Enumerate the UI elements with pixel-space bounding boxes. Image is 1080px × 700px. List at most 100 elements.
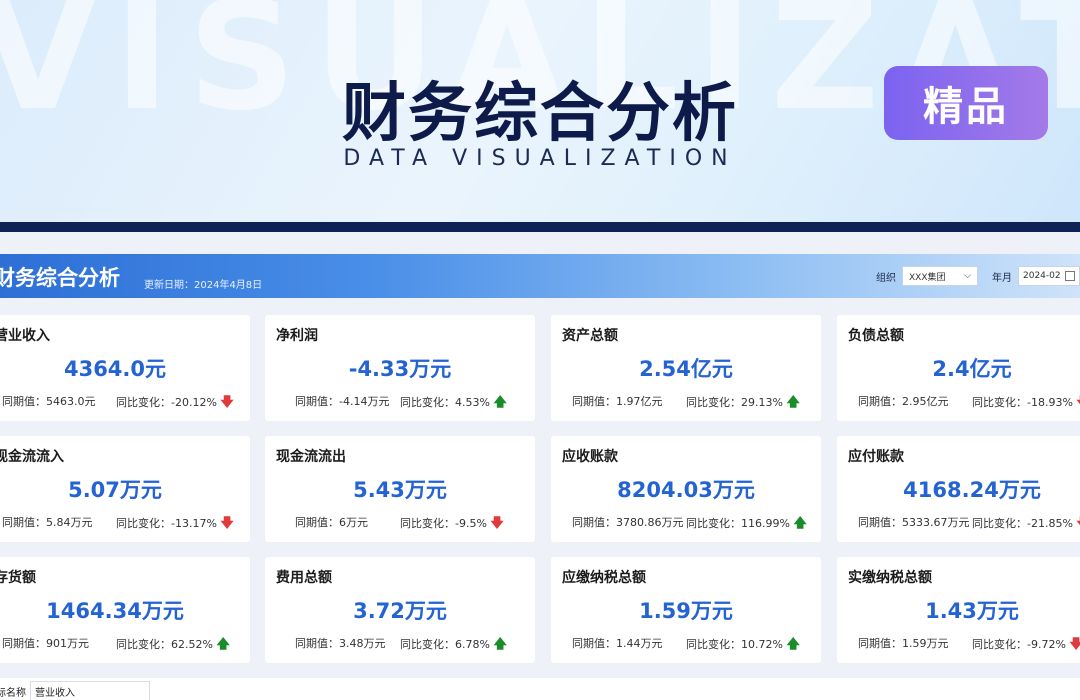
- kpi-change-text: 同比变化：-9.72%: [972, 638, 1066, 651]
- kpi-change: 同比变化：6.78% 🡅: [400, 635, 507, 657]
- kpi-change: 同比变化：-21.85% 🡇: [972, 514, 1080, 536]
- kpi-value: 5.07万元: [68, 478, 162, 502]
- arrow-down-icon: 🡇: [490, 516, 504, 531]
- org-label: 组织: [876, 272, 896, 284]
- kpi-value: 8204.03万元: [617, 478, 755, 502]
- arrow-down-icon: 🡇: [1069, 637, 1080, 652]
- kpi-label: 净利润: [276, 328, 318, 344]
- kpi-prev-value: 同期值：5463.0元: [2, 395, 96, 408]
- arrow-up-icon: 🡅: [786, 637, 800, 652]
- dashboard-title: 财务综合分析: [0, 266, 120, 290]
- hero-divider: [0, 222, 1080, 232]
- kpi-change: 同比变化：62.52% 🡅: [116, 635, 230, 657]
- kpi-value: 2.4亿元: [932, 357, 1012, 381]
- kpi-prev-value: 同期值：2.95亿元: [858, 395, 949, 408]
- update-date: 更新日期：2024年4月8日: [144, 280, 263, 291]
- arrow-up-icon: 🡅: [493, 395, 507, 410]
- kpi-label: 费用总额: [276, 570, 332, 586]
- filter-bar: 组织 XXX集团 ⌵ 年月 2024-02: [876, 266, 1080, 286]
- kpi-change: 同比变化：-9.72% 🡇: [972, 635, 1080, 657]
- chevron-down-icon: ⌵: [964, 271, 971, 281]
- month-label: 年月: [992, 272, 1012, 284]
- dashboard-header: 财务综合分析 更新日期：2024年4月8日 组织 XXX集团 ⌵ 年月 2024…: [0, 254, 1080, 298]
- arrow-up-icon: 🡅: [786, 395, 800, 410]
- kpi-label: 现金流流入: [0, 449, 64, 465]
- kpi-label: 负债总额: [848, 328, 904, 344]
- indicator-select[interactable]: 营业收入: [30, 681, 150, 700]
- kpi-change-text: 同比变化：-13.17%: [116, 517, 217, 530]
- arrow-up-icon: 🡅: [493, 637, 507, 652]
- kpi-prev-value: 同期值：3780.86万元: [572, 516, 684, 529]
- kpi-change: 同比变化：116.99% 🡅: [686, 514, 807, 536]
- hero-subtitle: DATA VISUALIZATION: [343, 146, 737, 171]
- kpi-card: 资产总额 2.54亿元同期值：1.97亿元 同比变化：29.13% 🡅: [551, 315, 821, 421]
- kpi-change: 同比变化：-9.5% 🡇: [400, 514, 504, 536]
- arrow-up-icon: 🡅: [793, 516, 807, 531]
- kpi-change: 同比变化：4.53% 🡅: [400, 393, 507, 415]
- kpi-change: 同比变化：-20.12% 🡇: [116, 393, 234, 415]
- kpi-label: 营业收入: [0, 328, 50, 344]
- kpi-value: 1.43万元: [925, 599, 1019, 623]
- kpi-change: 同比变化：29.13% 🡅: [686, 393, 800, 415]
- kpi-change-text: 同比变化：6.78%: [400, 638, 490, 651]
- indicator-row: 标名称 营业收入: [0, 678, 1080, 700]
- kpi-prev-value: 同期值：5333.67万元: [858, 516, 970, 529]
- arrow-down-icon: 🡇: [1076, 395, 1080, 410]
- kpi-value: 5.43万元: [353, 478, 447, 502]
- indicator-label: 标名称: [0, 688, 26, 699]
- kpi-prev-value: 同期值：5.84万元: [2, 516, 93, 529]
- kpi-change-text: 同比变化：-9.5%: [400, 517, 487, 530]
- kpi-card: 现金流流出 5.43万元同期值：6万元 同比变化：-9.5% 🡇: [265, 436, 535, 542]
- kpi-card: 现金流流入 5.07万元同期值：5.84万元 同比变化：-13.17% 🡇: [0, 436, 250, 542]
- kpi-prev-value: 同期值：1.59万元: [858, 637, 949, 650]
- org-select[interactable]: XXX集团 ⌵: [902, 266, 978, 286]
- kpi-label: 应收账款: [562, 449, 618, 465]
- calendar-icon: [1065, 271, 1075, 281]
- month-picker-value: 2024-02: [1023, 271, 1061, 281]
- kpi-value: 1464.34万元: [46, 599, 184, 623]
- premium-badge: 精品: [884, 66, 1048, 140]
- org-select-value: XXX集团: [909, 272, 946, 283]
- kpi-change-text: 同比变化：4.53%: [400, 396, 490, 409]
- kpi-value: 1.59万元: [639, 599, 733, 623]
- kpi-label: 应付账款: [848, 449, 904, 465]
- kpi-card: 应收账款 8204.03万元同期值：3780.86万元 同比变化：116.99% 🡅: [551, 436, 821, 542]
- kpi-prev-value: 同期值：901万元: [2, 637, 89, 650]
- arrow-down-icon: 🡇: [1076, 516, 1080, 531]
- kpi-card: 应付账款 4168.24万元同期值：5333.67万元同比变化：-21.85% 🡇: [837, 436, 1080, 542]
- kpi-label: 现金流流出: [276, 449, 346, 465]
- kpi-card: 营业收入 4364.0元同期值：5463.0元 同比变化：-20.12% 🡇: [0, 315, 250, 421]
- kpi-card: 净利润 -4.33万元同期值：-4.14万元 同比变化：4.53% 🡅: [265, 315, 535, 421]
- kpi-change-text: 同比变化：116.99%: [686, 517, 790, 530]
- kpi-label: 存货额: [0, 570, 36, 586]
- kpi-label: 实缴纳税总额: [848, 570, 932, 586]
- kpi-card: 应缴纳税总额 1.59万元同期值：1.44万元 同比变化：10.72% 🡅: [551, 557, 821, 663]
- kpi-change-text: 同比变化：-20.12%: [116, 396, 217, 409]
- kpi-card: 费用总额 3.72万元同期值：3.48万元 同比变化：6.78% 🡅: [265, 557, 535, 663]
- kpi-prev-value: 同期值：6万元: [295, 516, 368, 529]
- kpi-card: 负债总额 2.4亿元同期值：2.95亿元 同比变化：-18.93% 🡇: [837, 315, 1080, 421]
- kpi-change: 同比变化：10.72% 🡅: [686, 635, 800, 657]
- kpi-card: 存货额 1464.34万元同期值：901万元 同比变化：62.52% 🡅: [0, 557, 250, 663]
- kpi-label: 资产总额: [562, 328, 618, 344]
- kpi-prev-value: 同期值：-4.14万元: [295, 395, 390, 408]
- kpi-label: 应缴纳税总额: [562, 570, 646, 586]
- kpi-change-text: 同比变化：29.13%: [686, 396, 783, 409]
- kpi-prev-value: 同期值：3.48万元: [295, 637, 386, 650]
- arrow-down-icon: 🡇: [220, 395, 234, 410]
- hero-banner: VISUALIZATIO 财务综合分析 DATA VISUALIZATION 精…: [0, 0, 1080, 222]
- kpi-change-text: 同比变化：-21.85%: [972, 517, 1073, 530]
- kpi-value: 4364.0元: [63, 357, 167, 381]
- kpi-value: 2.54亿元: [639, 357, 733, 381]
- kpi-change-text: 同比变化：62.52%: [116, 638, 213, 651]
- arrow-up-icon: 🡅: [216, 637, 230, 652]
- kpi-value: -4.33万元: [348, 357, 452, 381]
- arrow-down-icon: 🡇: [220, 516, 234, 531]
- kpi-prev-value: 同期值：1.97亿元: [572, 395, 663, 408]
- kpi-change-text: 同比变化：-18.93%: [972, 396, 1073, 409]
- kpi-card: 实缴纳税总额 1.43万元同期值：1.59万元 同比变化：-9.72% 🡇: [837, 557, 1080, 663]
- kpi-value: 3.72万元: [353, 599, 447, 623]
- kpi-prev-value: 同期值：1.44万元: [572, 637, 663, 650]
- kpi-change-text: 同比变化：10.72%: [686, 638, 783, 651]
- month-picker[interactable]: 2024-02: [1018, 266, 1080, 286]
